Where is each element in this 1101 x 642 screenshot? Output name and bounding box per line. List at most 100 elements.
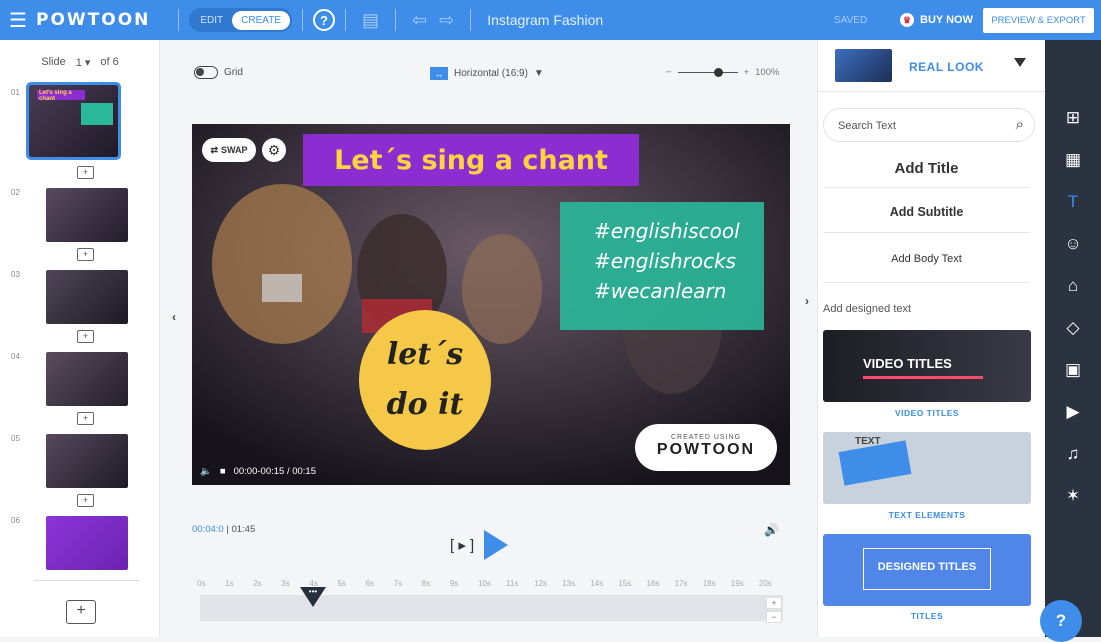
hamburger-menu-icon[interactable]: ☰ (0, 8, 36, 33)
titles-card[interactable]: DESIGNED TITLES (823, 534, 1031, 606)
slide-thumb-3[interactable] (46, 270, 128, 324)
add-scene-icon[interactable]: + (77, 494, 94, 507)
video-titles-card[interactable]: VIDEO TITLES (823, 330, 1031, 402)
add-scene-icon[interactable]: + (77, 248, 94, 261)
slide-number: 06 (11, 516, 20, 525)
timeline-tick: 0s (197, 579, 206, 588)
timeline-tick: 19s (730, 579, 744, 588)
zoom-out-button[interactable]: − (666, 67, 672, 78)
play-icon[interactable] (484, 530, 509, 560)
slide-number: 02 (11, 188, 20, 197)
lets-do-it-sticker[interactable]: let´s do it (359, 310, 491, 450)
notes-icon[interactable]: ▤ (362, 10, 379, 31)
add-slide-button[interactable]: + (66, 600, 96, 624)
canvas-stage[interactable]: Let´s sing a chant #englishiscool #engli… (192, 124, 790, 485)
hashtag-line: #englishiscool (594, 219, 740, 243)
buy-now-button[interactable]: ♛ BUY NOW (900, 13, 973, 27)
sticker-line: do it (386, 387, 464, 422)
style-name: REAL LOOK (909, 60, 984, 74)
characters-icon[interactable]: ☺ (1045, 234, 1101, 254)
timeline-tick: 7s (393, 579, 403, 588)
scene-time: 00:00-00:15 / 00:15 (233, 466, 316, 477)
timeline-zoom-out[interactable]: − (766, 611, 782, 623)
timeline-tick: 11s (506, 579, 519, 588)
toggle-switch-icon[interactable] (194, 66, 218, 79)
slide-thumb-1[interactable]: Let's sing a chant (26, 82, 121, 160)
shapes-icon[interactable]: ◇ (1045, 318, 1101, 338)
app-logo[interactable]: POWTOON (36, 10, 150, 30)
search-icon[interactable]: ⌕ (1016, 116, 1024, 133)
add-scene-icon[interactable]: + (77, 330, 94, 343)
add-scene-icon[interactable]: + (77, 166, 94, 179)
orientation-selector[interactable]: ↔ Horizontal (16:9) ▼ (430, 67, 544, 80)
mode-toggle[interactable]: EDIT CREATE (189, 8, 292, 32)
total-time: 01:45 (231, 524, 256, 535)
slide-thumb-5[interactable] (46, 434, 128, 488)
slide-thumb-2[interactable] (46, 188, 128, 242)
help-chat-button[interactable]: ? (1040, 600, 1082, 642)
music-icon[interactable]: ♫ (1045, 444, 1101, 464)
timeline-track[interactable] (200, 595, 783, 621)
current-time: 00:04:0 (192, 524, 224, 535)
mode-create[interactable]: CREATE (232, 10, 290, 30)
card-caption: VIDEO TITLES (894, 408, 960, 418)
card-speech-bubble (838, 440, 912, 486)
timeline-ruler: 0s 1s 2s 3s 4s 5s 6s 7s 8s 9s 10s 11s 12s 13s 14s 15s 16… (197, 579, 787, 588)
camera-icon[interactable]: ■ (220, 466, 226, 477)
volume-icon[interactable]: 🔊 (764, 523, 779, 537)
divider (345, 9, 346, 31)
collapse-left-icon[interactable]: ‹ (172, 310, 176, 324)
slide-label: Slide (41, 56, 66, 68)
zoom-in-button[interactable]: + (744, 67, 750, 78)
style-preview-image (835, 49, 892, 82)
layout-icon[interactable]: ⊞ (1045, 108, 1101, 128)
orientation-icon: ↔ (430, 67, 448, 80)
card-preview-text: VIDEO TITLES (863, 356, 952, 371)
headline-banner[interactable]: Let´s sing a chant (303, 134, 639, 186)
slide-dropdown[interactable]: 1 ▾ (76, 56, 91, 69)
help-icon[interactable]: ? (313, 9, 335, 31)
sticker-line: let´s (386, 337, 464, 372)
background-pattern-icon[interactable]: ▦ (1045, 150, 1101, 170)
undo-icon[interactable]: ⇦ (412, 10, 427, 31)
collapse-right-icon[interactable]: › (805, 294, 809, 308)
timeline-tick: 16s (646, 579, 660, 588)
timeline-tick: 2s (253, 579, 262, 588)
chevron-down-icon (1014, 58, 1026, 67)
swap-button[interactable]: ⇄ SWAP (202, 138, 256, 162)
props-icon[interactable]: ⌂ (1045, 276, 1101, 296)
play-scene-button[interactable]: [ ▸ ] (450, 536, 474, 554)
style-selector[interactable]: REAL LOOK (818, 40, 1046, 92)
add-subtitle-button[interactable]: Add Subtitle (823, 197, 1030, 233)
text-elements-card[interactable]: TEXT (823, 432, 1031, 504)
add-scene-icon[interactable]: + (77, 412, 94, 425)
zoom-control: − + 100% (666, 67, 779, 78)
divider (34, 580, 139, 581)
gear-icon[interactable]: ⚙ (262, 138, 286, 162)
redo-icon[interactable]: ⇨ (439, 10, 454, 31)
swap-icon: ⇄ (210, 144, 219, 155)
video-icon[interactable]: ▶ (1045, 402, 1101, 422)
divider (178, 9, 180, 31)
slide-thumb-6[interactable] (46, 516, 128, 570)
zoom-slider[interactable] (677, 68, 738, 77)
grid-toggle[interactable]: Grid (194, 66, 243, 79)
text-icon[interactable]: T (1045, 192, 1101, 212)
mode-edit[interactable]: EDIT (191, 11, 232, 30)
add-body-text-button[interactable]: Add Body Text (823, 243, 1030, 283)
hashtag-box[interactable]: #englishiscool #englishrocks #wecanlearn (560, 202, 764, 330)
timeline-zoom-in[interactable]: + (766, 597, 782, 609)
images-icon[interactable]: ▣ (1045, 360, 1101, 380)
powtoon-watermark: CREATED USING POWTOON (635, 424, 777, 471)
slide-number: 05 (11, 434, 20, 443)
timeline-tick: 15s (618, 579, 632, 588)
text-library-panel: REAL LOOK Search Text ⌕ Add Title Add Su… (817, 40, 1046, 637)
slide-thumb-4[interactable] (46, 352, 128, 406)
specials-icon[interactable]: ✶ (1045, 486, 1101, 506)
editor-area: Grid ↔ Horizontal (16:9) ▼ − + 100% ‹ › (160, 40, 817, 637)
search-input[interactable]: Search Text ⌕ (823, 108, 1035, 142)
add-title-button[interactable]: Add Title (823, 152, 1030, 188)
project-title[interactable]: Instagram Fashion (487, 12, 603, 28)
preview-export-button[interactable]: PREVIEW & EXPORT (983, 8, 1094, 33)
sound-icon[interactable]: 🔈 (200, 466, 212, 477)
